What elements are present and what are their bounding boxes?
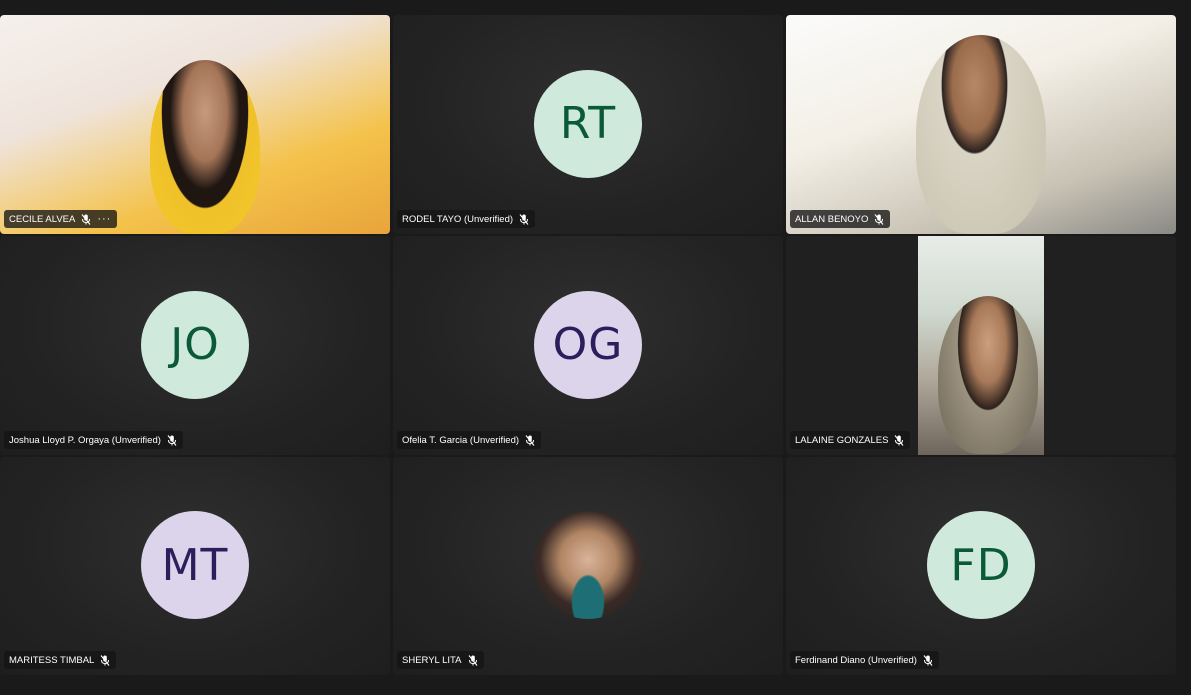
microphone-muted-icon: [519, 213, 529, 225]
name-label: MARITESS TIMBAL: [4, 651, 117, 669]
name-label: Joshua Lloyd P. Orgaya (Unverified): [4, 431, 183, 449]
participant-figure: [938, 296, 1038, 454]
video-grid: CECILE ALVEA ··· RT RODEL TAYO (Unverifi…: [0, 15, 1176, 675]
participant-tile-joshua-lloyd-orgaya[interactable]: JO Joshua Lloyd P. Orgaya (Unverified): [0, 236, 390, 455]
participant-tile-ferdinand-diano[interactable]: FD Ferdinand Diano (Unverified): [786, 457, 1176, 675]
more-options-icon[interactable]: ···: [97, 213, 111, 225]
participant-name: MARITESS TIMBAL: [9, 654, 95, 666]
participant-name: ALLAN BENOYO: [795, 213, 869, 225]
participant-video: [916, 35, 1046, 234]
name-label: ALLAN BENOYO: [790, 210, 891, 228]
participant-tile-sheryl-lita[interactable]: SHERYL LITA: [393, 457, 783, 675]
name-label: RODEL TAYO (Unverified): [397, 210, 536, 228]
microphone-muted-icon: [100, 654, 110, 666]
participant-tile-cecile-alvea[interactable]: CECILE ALVEA ···: [0, 15, 390, 234]
microphone-muted-icon: [874, 213, 884, 225]
participant-tile-ofelia-garcia[interactable]: OG Ofelia T. Garcia (Unverified): [393, 236, 783, 455]
participant-tile-allan-benoyo[interactable]: ALLAN BENOYO: [786, 15, 1176, 234]
microphone-muted-icon: [167, 434, 177, 446]
name-label: Ferdinand Diano (Unverified): [790, 651, 939, 669]
participant-video: [150, 60, 260, 234]
participant-tile-maritess-timbal[interactable]: MT MARITESS TIMBAL: [0, 457, 390, 675]
microphone-muted-icon: [895, 434, 904, 446]
participant-name: Ofelia T. Garcia (Unverified): [402, 434, 520, 446]
participant-name: Joshua Lloyd P. Orgaya (Unverified): [9, 434, 161, 446]
participant-tile-rodel-tayo[interactable]: RT RODEL TAYO (Unverified): [393, 15, 783, 234]
microphone-muted-icon: [81, 213, 91, 225]
microphone-muted-icon: [525, 434, 535, 446]
avatar: JO: [141, 290, 249, 399]
participant-name: Ferdinand Diano (Unverified): [795, 654, 917, 666]
microphone-muted-icon: [468, 654, 477, 666]
participant-name: LALAINE GONZALES: [795, 434, 889, 446]
avatar: RT: [534, 69, 642, 178]
name-label: Ofelia T. Garcia (Unverified): [397, 431, 542, 449]
name-label: CECILE ALVEA ···: [4, 210, 118, 228]
participant-name: CECILE ALVEA: [9, 213, 76, 225]
avatar-photo-detail: [534, 511, 642, 619]
avatar: OG: [534, 290, 642, 399]
avatar: MT: [141, 511, 249, 619]
microphone-muted-icon: [923, 654, 933, 666]
name-label: SHERYL LITA: [397, 651, 484, 669]
participant-name: SHERYL LITA: [402, 654, 462, 666]
avatar-photo: [534, 511, 642, 619]
participant-video: [918, 236, 1044, 455]
name-label: LALAINE GONZALES: [790, 431, 911, 449]
participant-name: RODEL TAYO (Unverified): [402, 213, 514, 225]
avatar: FD: [927, 511, 1035, 619]
participant-tile-lalaine-gonzales[interactable]: LALAINE GONZALES: [786, 236, 1176, 455]
